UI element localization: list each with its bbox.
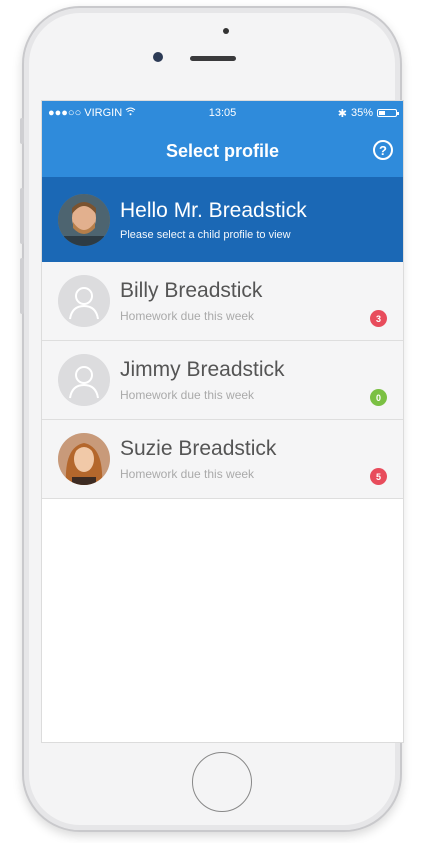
child-subtitle: Homework due this week: [120, 467, 255, 481]
avatar-placeholder-icon: [58, 354, 110, 406]
battery-icon: [377, 109, 399, 117]
proximity-sensor: [223, 28, 229, 34]
greeting-subtitle: Please select a child profile to view: [120, 228, 291, 241]
front-camera: [153, 52, 163, 62]
earpiece-speaker: [190, 56, 236, 61]
home-button[interactable]: [192, 752, 252, 812]
child-name: Billy Breadstick: [120, 279, 263, 302]
status-time: 13:05: [208, 107, 237, 119]
child-avatar-photo: [58, 433, 110, 485]
homework-count-badge: 5: [370, 468, 387, 485]
parent-avatar: [58, 193, 110, 246]
child-row-billy[interactable]: Billy Breadstick Homework due this week …: [42, 262, 403, 341]
child-row-jimmy[interactable]: Jimmy Breadstick Homework due this week …: [42, 341, 403, 420]
child-row-suzie[interactable]: Suzie Breadstick Homework due this week …: [42, 420, 403, 499]
mute-switch: [20, 118, 24, 144]
help-button[interactable]: ?: [373, 140, 393, 160]
avatar-placeholder-icon: [58, 275, 110, 327]
nav-bar: Select profile ?: [42, 125, 403, 177]
child-subtitle: Homework due this week: [120, 309, 255, 323]
greeting-title: Hello Mr. Breadstick: [120, 198, 307, 222]
parent-profile-header: Hello Mr. Breadstick Please select a chi…: [42, 177, 403, 262]
child-name: Jimmy Breadstick: [120, 358, 285, 381]
volume-up-button: [20, 188, 24, 244]
homework-count-badge: 3: [370, 310, 387, 327]
app-screen: ●●●○○ VIRGIN 13:05 ✱ 35% Select profile …: [41, 100, 404, 743]
page-title: Select profile: [165, 140, 280, 161]
status-bar: ●●●○○ VIRGIN 13:05 ✱ 35%: [42, 101, 403, 125]
child-subtitle: Homework due this week: [120, 388, 255, 402]
volume-down-button: [20, 258, 24, 314]
homework-count-badge: 0: [370, 389, 387, 406]
child-name: Suzie Breadstick: [120, 437, 277, 460]
